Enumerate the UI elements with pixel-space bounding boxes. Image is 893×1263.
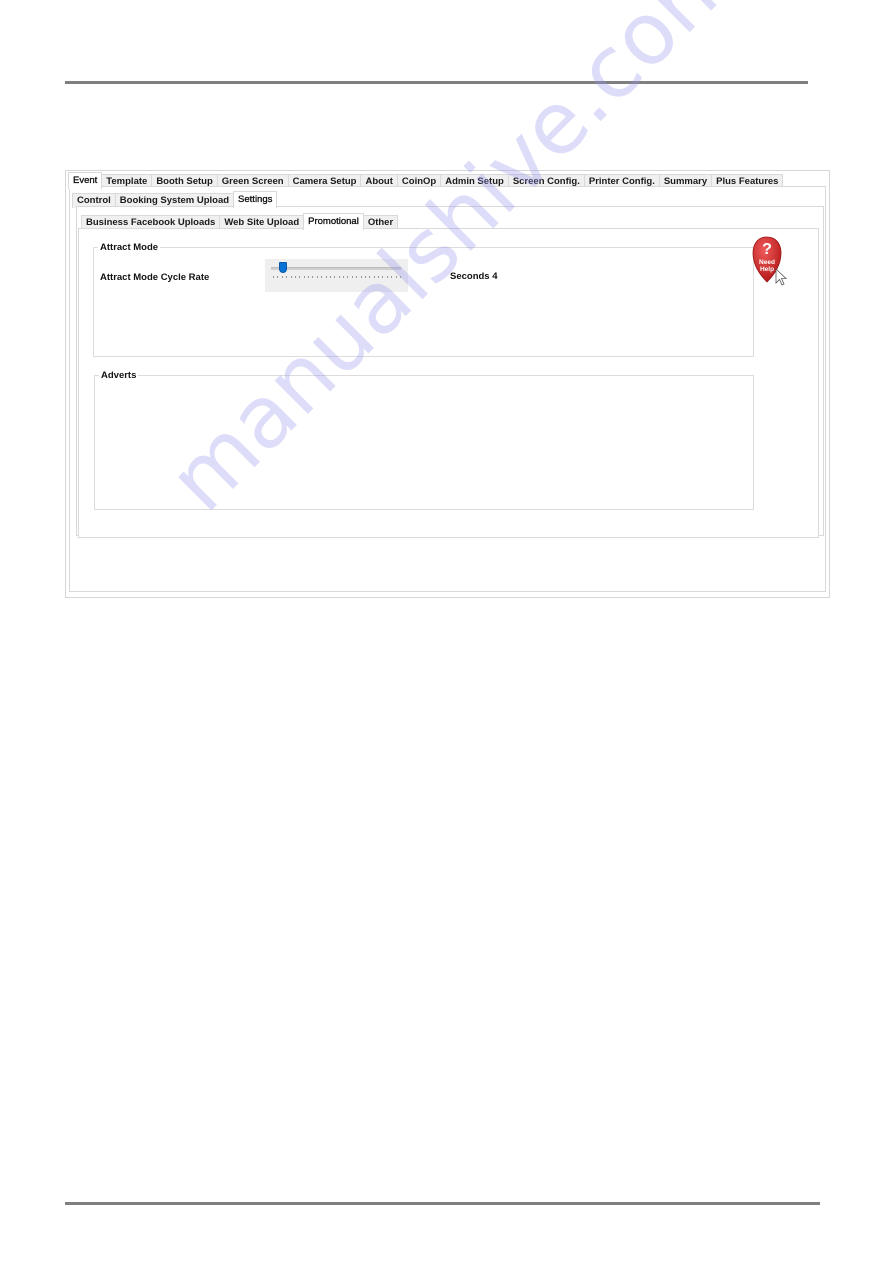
slider-tick	[330, 276, 331, 278]
page-footer-rule	[65, 1202, 820, 1205]
slider-tick	[317, 276, 318, 278]
slider-tick	[352, 276, 353, 278]
slider-tick	[339, 276, 340, 278]
attract-mode-cycle-rate-label: Attract Mode Cycle Rate	[100, 272, 210, 283]
svg-text:Help: Help	[760, 266, 774, 273]
cycle-rate-value: Seconds 4	[450, 271, 498, 282]
slider-tick	[321, 276, 322, 278]
slider-thumb[interactable]	[279, 262, 287, 273]
slider-tick	[400, 276, 401, 278]
slider-tick	[347, 276, 348, 278]
svg-text:Need: Need	[759, 259, 775, 266]
attract-mode-title: Attract Mode	[100, 242, 159, 253]
tab-settings[interactable]: Settings	[233, 191, 278, 208]
slider-tick	[286, 276, 287, 278]
slider-tick	[304, 276, 305, 278]
slider-tick	[299, 276, 300, 278]
slider-tick	[277, 276, 278, 278]
slider-tick	[295, 276, 296, 278]
svg-text:?: ?	[762, 241, 772, 258]
slider-ticks	[273, 276, 401, 279]
adverts-group: Adverts	[94, 370, 754, 510]
slider-tick	[282, 276, 283, 278]
slider-tick	[291, 276, 292, 278]
slider-tick	[326, 276, 327, 278]
slider-tick	[391, 276, 392, 278]
page-header-rule	[65, 81, 808, 84]
need-help-icon: ? Need Help	[752, 236, 788, 286]
slider-tick	[343, 276, 344, 278]
adverts-title: Adverts	[101, 370, 137, 381]
slider-tick	[308, 276, 309, 278]
app-window: Event Template Booth Setup Green Screen …	[65, 170, 830, 598]
tab-promotional[interactable]: Promotional	[303, 213, 364, 230]
slider-track[interactable]	[271, 267, 401, 270]
slider-tick	[374, 276, 375, 278]
slider-tick	[369, 276, 370, 278]
slider-tick	[361, 276, 362, 278]
slider-tick	[378, 276, 379, 278]
slider-tick	[365, 276, 366, 278]
need-help-button[interactable]: ? Need Help	[752, 235, 792, 287]
tab-event[interactable]: Event	[68, 172, 103, 189]
slider-tick	[273, 276, 274, 278]
slider-tick	[312, 276, 313, 278]
slider-tick	[396, 276, 397, 278]
slider-tick	[387, 276, 388, 278]
slider-tick	[382, 276, 383, 278]
slider-tick	[356, 276, 357, 278]
slider-tick	[334, 276, 335, 278]
attract-mode-group: Attract Mode	[93, 242, 754, 357]
attract-mode-cycle-rate-slider[interactable]	[265, 259, 408, 292]
